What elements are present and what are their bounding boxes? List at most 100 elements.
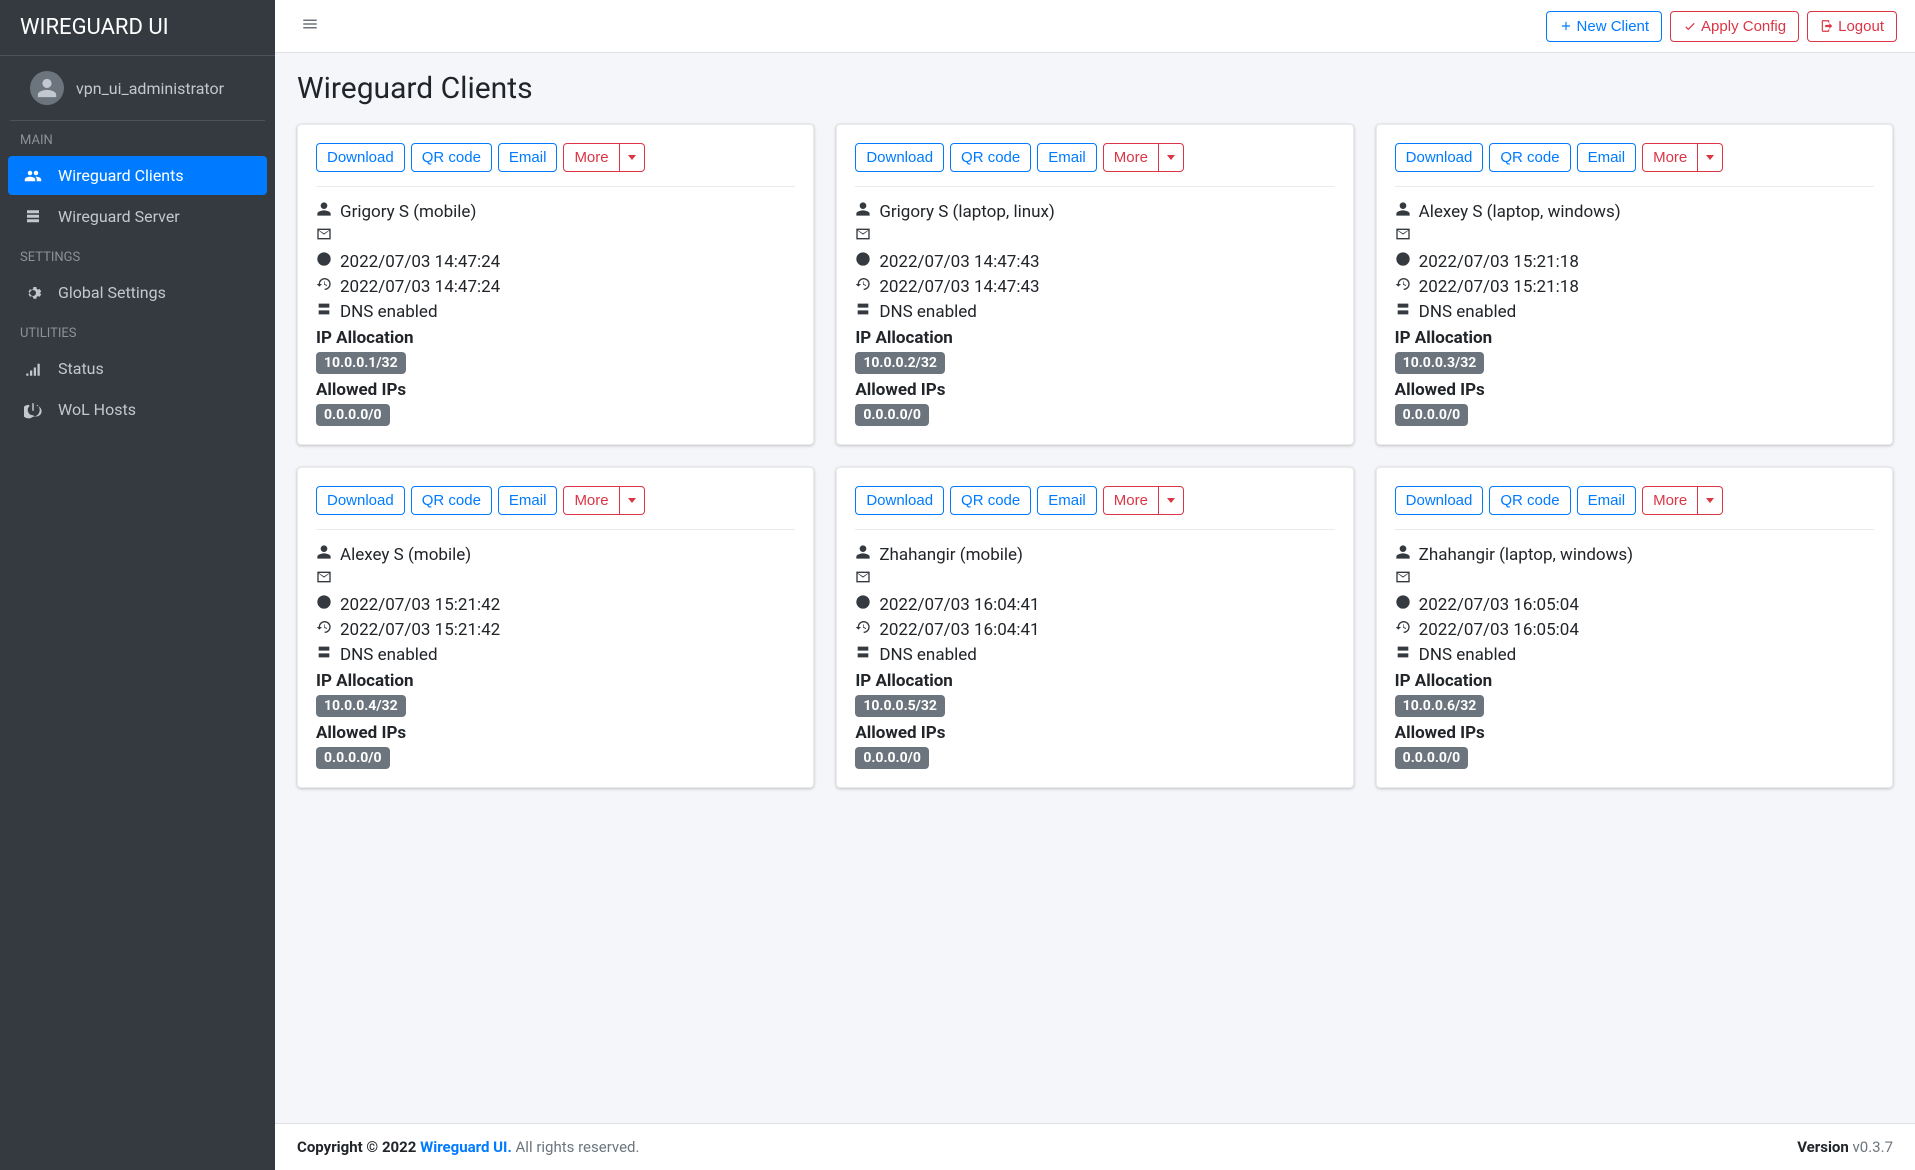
card-actions: DownloadQR codeEmailMore [1395, 143, 1874, 172]
email-button[interactable]: Email [498, 486, 558, 515]
client-dns: DNS enabled [1395, 301, 1874, 322]
sidebar-item-label: Wireguard Server [58, 207, 180, 226]
version-value: v0.3.7 [1849, 1138, 1893, 1156]
nav-section-header: SETTINGS [0, 238, 275, 271]
logout-icon [1820, 19, 1834, 33]
client-card: DownloadQR codeEmailMoreZhahangir (mobil… [836, 467, 1353, 788]
client-dns: DNS enabled [855, 644, 1334, 665]
envelope-icon [1395, 226, 1411, 247]
email-button[interactable]: Email [1037, 486, 1097, 515]
client-created: 2022/07/03 14:47:43 [855, 251, 1334, 272]
dns-icon [855, 301, 871, 322]
more-button[interactable]: More [1103, 143, 1159, 172]
more-button[interactable]: More [1642, 486, 1698, 515]
email-button[interactable]: Email [1037, 143, 1097, 172]
ip-allocation-badge: 10.0.0.3/32 [1395, 352, 1485, 374]
more-dropdown-toggle[interactable] [620, 486, 645, 515]
client-name-text: Zhahangir (laptop, windows) [1419, 545, 1633, 565]
more-button[interactable]: More [1103, 486, 1159, 515]
user-icon [36, 77, 58, 99]
client-email [1395, 569, 1874, 590]
more-button-group: More [1103, 143, 1184, 172]
clock-icon [855, 251, 871, 272]
qr-button[interactable]: QR code [1489, 143, 1570, 172]
user-panel[interactable]: vpn_ui_administrator [10, 56, 265, 121]
sidebar-item-wireguard-clients[interactable]: Wireguard Clients [8, 156, 267, 195]
user-icon [1395, 201, 1411, 222]
server-icon [24, 208, 46, 226]
dns-icon [316, 301, 332, 322]
more-dropdown-toggle[interactable] [1698, 143, 1723, 172]
caret-down-icon [1706, 498, 1714, 503]
allowed-ips-badge: 0.0.0.0/0 [316, 404, 390, 426]
sidebar-item-wol-hosts[interactable]: WoL Hosts [8, 390, 267, 429]
more-dropdown-toggle[interactable] [1698, 486, 1723, 515]
ip-allocation-badge: 10.0.0.5/32 [855, 695, 945, 717]
card-actions: DownloadQR codeEmailMore [1395, 486, 1874, 515]
sidebar: WIREGUARD UI vpn_ui_administrator MAINWi… [0, 0, 275, 1170]
qr-button[interactable]: QR code [1489, 486, 1570, 515]
sidebar-item-wireguard-server[interactable]: Wireguard Server [8, 197, 267, 236]
more-button[interactable]: More [1642, 143, 1698, 172]
product-link[interactable]: Wireguard UI. [420, 1138, 512, 1156]
client-updated-text: 2022/07/03 16:04:41 [879, 620, 1039, 640]
more-button-group: More [1103, 486, 1184, 515]
user-icon [855, 544, 871, 565]
client-name: Alexey S (mobile) [316, 544, 795, 565]
client-card: DownloadQR codeEmailMore Alexey S (mobile… [297, 467, 814, 788]
hamburger-icon[interactable] [293, 10, 327, 42]
history-icon [1395, 276, 1411, 297]
client-dns: DNS enabled [1395, 644, 1874, 665]
more-dropdown-toggle[interactable] [620, 143, 645, 172]
email-button[interactable]: Email [498, 143, 558, 172]
ip-allocation-label: IP Allocation [855, 328, 1334, 348]
more-button-group: More [563, 143, 644, 172]
more-dropdown-toggle[interactable] [1159, 143, 1184, 172]
allowed-ips-label: Allowed IPs [855, 380, 1334, 400]
more-button[interactable]: More [563, 143, 619, 172]
client-updated-text: 2022/07/03 15:21:42 [340, 620, 500, 640]
more-button-group: More [1642, 143, 1723, 172]
sidebar-item-global-settings[interactable]: Global Settings [8, 273, 267, 312]
logout-button[interactable]: Logout [1807, 11, 1897, 42]
download-button[interactable]: Download [1395, 486, 1484, 515]
apply-config-button[interactable]: Apply Config [1670, 11, 1799, 42]
qr-button[interactable]: QR code [950, 143, 1031, 172]
caret-down-icon [628, 498, 636, 503]
download-button[interactable]: Download [316, 486, 405, 515]
client-created-text: 2022/07/03 14:47:43 [879, 252, 1039, 272]
plus-icon [1559, 19, 1573, 33]
download-button[interactable]: Download [855, 143, 944, 172]
client-updated: 2022/07/03 16:05:04 [1395, 619, 1874, 640]
cog-icon [24, 284, 46, 302]
more-button-group: More [1642, 486, 1723, 515]
qr-button[interactable]: QR code [950, 486, 1031, 515]
client-card: DownloadQR codeEmailMore Grigory S (mobil… [297, 124, 814, 445]
allowed-ips-label: Allowed IPs [1395, 380, 1874, 400]
email-button[interactable]: Email [1577, 486, 1637, 515]
download-button[interactable]: Download [316, 143, 405, 172]
client-dns-text: DNS enabled [879, 302, 977, 322]
footer: Copyright © 2022 Wireguard UI. All right… [275, 1123, 1915, 1170]
sidebar-item-status[interactable]: Status [8, 349, 267, 388]
users-icon [24, 167, 46, 185]
more-dropdown-toggle[interactable] [1159, 486, 1184, 515]
clock-icon [316, 594, 332, 615]
client-created: 2022/07/03 16:05:04 [1395, 594, 1874, 615]
brand-title[interactable]: WIREGUARD UI [0, 0, 275, 56]
client-name: Grigory S (mobile) [316, 201, 795, 222]
download-button[interactable]: Download [855, 486, 944, 515]
client-created: 2022/07/03 15:21:18 [1395, 251, 1874, 272]
qr-button[interactable]: QR code [411, 143, 492, 172]
check-icon [1683, 19, 1697, 33]
download-button[interactable]: Download [1395, 143, 1484, 172]
more-button[interactable]: More [563, 486, 619, 515]
client-dns-text: DNS enabled [1419, 302, 1517, 322]
client-name-text: Grigory S (laptop, linux) [879, 202, 1055, 222]
qr-button[interactable]: QR code [411, 486, 492, 515]
new-client-button[interactable]: New Client [1546, 11, 1663, 42]
email-button[interactable]: Email [1577, 143, 1637, 172]
ip-allocation-badge: 10.0.0.2/32 [855, 352, 945, 374]
ip-allocation-badge: 10.0.0.6/32 [1395, 695, 1485, 717]
client-card: DownloadQR codeEmailMore Zhahangir (lapto… [1376, 467, 1893, 788]
